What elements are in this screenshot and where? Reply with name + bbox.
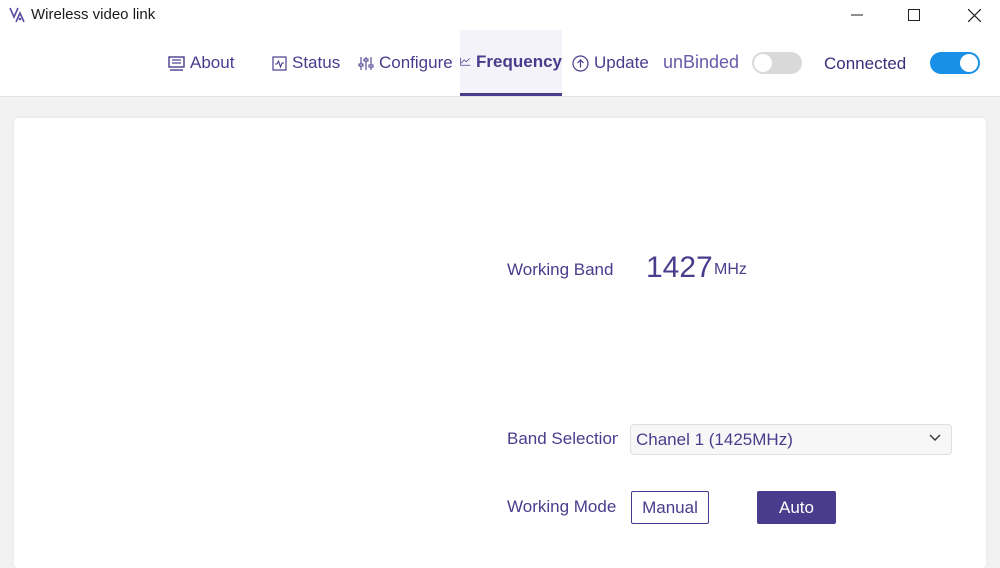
connection-toggle[interactable] — [930, 52, 980, 74]
bind-status-label: unBinded — [663, 52, 740, 72]
tab-frequency-label: Frequency — [476, 51, 562, 71]
frequency-panel — [14, 118, 986, 568]
working-band-value: 1427 — [646, 251, 713, 284]
line-chart-icon — [460, 57, 471, 66]
band-selection-value: Chanel 1 (1425MHz) — [636, 430, 793, 449]
connection-status-label: Connected — [824, 54, 907, 73]
tab-frequency[interactable]: Frequency — [460, 30, 562, 96]
connection-toggle-knob — [960, 54, 978, 72]
band-selection-label: Band Selection — [507, 429, 618, 448]
pulse-icon — [272, 55, 287, 71]
working-band-unit: MHz — [714, 261, 747, 278]
close-icon — [967, 8, 981, 22]
working-band-label: Working Band — [507, 260, 614, 279]
bind-toggle[interactable] — [752, 52, 802, 74]
tab-status[interactable]: Status — [272, 30, 340, 96]
upload-circle-icon — [572, 54, 589, 72]
bind-toggle-knob — [754, 54, 772, 72]
close-button[interactable] — [951, 0, 997, 30]
app-logo-icon — [8, 5, 26, 25]
manual-mode-button[interactable]: Manual — [631, 491, 709, 524]
window-title: Wireless video link — [31, 6, 156, 23]
monitor-icon — [168, 55, 185, 71]
title-bar: Wireless video link — [0, 0, 1000, 30]
chevron-down-icon — [929, 434, 941, 441]
nav-bar: About Status Configure Frequency Update … — [0, 30, 1000, 97]
working-mode-label: Working Mode — [507, 497, 617, 516]
maximize-button[interactable] — [891, 0, 937, 30]
maximize-icon — [908, 9, 920, 21]
auto-mode-button[interactable]: Auto — [757, 491, 836, 524]
tab-about[interactable]: About — [168, 30, 234, 96]
band-selection-dropdown[interactable]: Chanel 1 (1425MHz) — [630, 424, 952, 455]
minimize-icon — [851, 14, 863, 16]
tab-update-label: Update — [594, 53, 649, 72]
tab-configure[interactable]: Configure — [358, 30, 453, 96]
tab-update[interactable]: Update — [572, 30, 649, 96]
minimize-button[interactable] — [834, 0, 880, 30]
sliders-icon — [358, 56, 374, 70]
tab-configure-label: Configure — [379, 53, 453, 72]
tab-about-label: About — [190, 53, 235, 72]
tab-status-label: Status — [292, 53, 341, 72]
